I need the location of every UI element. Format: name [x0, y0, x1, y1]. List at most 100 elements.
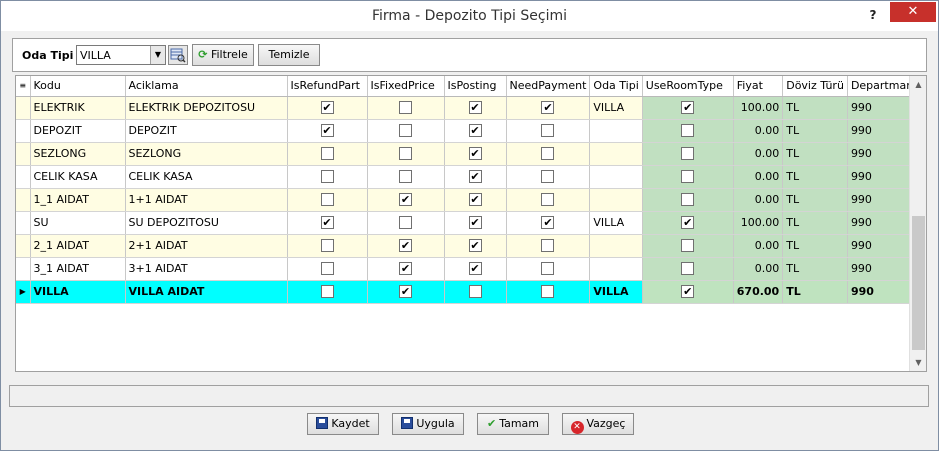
use-room-type-checkbox[interactable] — [681, 193, 695, 207]
table-row[interactable]: 1_1 AIDAT1+1 AIDAT 0.00TL990 — [16, 188, 918, 212]
price-cell[interactable]: 670.00 — [733, 280, 784, 304]
department-cell[interactable]: 990 — [847, 142, 918, 166]
description-cell[interactable]: 2+1 AIDAT — [125, 234, 288, 258]
currency-cell[interactable]: TL — [782, 165, 848, 189]
room-type-cell[interactable] — [589, 119, 643, 143]
column-header[interactable]: UseRoomType — [642, 76, 734, 97]
is-posting-checkbox[interactable] — [468, 101, 482, 115]
room-type-cell[interactable] — [589, 165, 643, 189]
filter-button[interactable]: ⟳ Filtrele — [192, 44, 254, 66]
is-refund-part-checkbox[interactable] — [320, 101, 334, 115]
currency-cell[interactable]: TL — [782, 119, 848, 143]
department-cell[interactable]: 990 — [847, 257, 918, 281]
need-payment-checkbox[interactable] — [541, 101, 555, 115]
table-row[interactable]: CELIK KASACELIK KASA 0.00TL990 — [16, 165, 918, 189]
apply-button[interactable]: Uygula — [392, 413, 464, 435]
row-indicator[interactable] — [16, 119, 31, 143]
is-fixed-price-checkbox[interactable] — [399, 193, 412, 207]
is-fixed-price-checkbox[interactable] — [399, 147, 412, 161]
need-payment-checkbox[interactable] — [541, 262, 555, 276]
currency-cell[interactable]: TL — [782, 234, 848, 258]
currency-cell[interactable]: TL — [782, 188, 848, 212]
code-cell[interactable]: DEPOZIT — [30, 119, 126, 143]
code-cell[interactable]: CELIK KASA — [30, 165, 126, 189]
room-type-select[interactable]: VILLA ▼ — [76, 45, 166, 65]
code-cell[interactable]: VILLA — [30, 280, 126, 304]
price-cell[interactable]: 0.00 — [733, 142, 784, 166]
is-fixed-price-checkbox[interactable] — [399, 285, 412, 299]
is-fixed-price-checkbox[interactable] — [399, 262, 412, 276]
is-refund-part-checkbox[interactable] — [320, 262, 334, 276]
is-refund-part-checkbox[interactable] — [320, 216, 334, 230]
currency-cell[interactable]: TL — [782, 280, 848, 304]
is-refund-part-checkbox[interactable] — [320, 147, 334, 161]
description-cell[interactable]: DEPOZIT — [125, 119, 288, 143]
column-header[interactable]: Fiyat — [733, 76, 784, 97]
column-header[interactable]: Oda Tipi — [589, 76, 643, 97]
use-room-type-checkbox[interactable] — [681, 216, 695, 230]
row-indicator[interactable] — [16, 96, 31, 120]
room-type-cell[interactable] — [589, 142, 643, 166]
price-cell[interactable]: 0.00 — [733, 188, 784, 212]
clear-button[interactable]: Temizle — [258, 44, 320, 66]
room-type-cell[interactable] — [589, 257, 643, 281]
department-cell[interactable]: 990 — [847, 280, 918, 304]
description-cell[interactable]: CELIK KASA — [125, 165, 288, 189]
use-room-type-checkbox[interactable] — [681, 124, 695, 138]
column-header[interactable]: IsPosting — [444, 76, 507, 97]
ok-button[interactable]: ✔ Tamam — [477, 413, 549, 435]
use-room-type-checkbox[interactable] — [681, 101, 695, 115]
need-payment-checkbox[interactable] — [541, 170, 555, 184]
department-cell[interactable]: 990 — [847, 234, 918, 258]
is-fixed-price-checkbox[interactable] — [399, 170, 412, 184]
is-fixed-price-checkbox[interactable] — [399, 216, 412, 230]
scroll-up-icon[interactable]: ▲ — [910, 76, 927, 93]
code-cell[interactable]: 2_1 AIDAT — [30, 234, 126, 258]
use-room-type-checkbox[interactable] — [681, 147, 695, 161]
row-pointer-icon[interactable]: ▶ — [16, 280, 31, 304]
row-indicator[interactable] — [16, 234, 31, 258]
currency-cell[interactable]: TL — [782, 257, 848, 281]
row-indicator[interactable] — [16, 188, 31, 212]
code-cell[interactable]: 1_1 AIDAT — [30, 188, 126, 212]
currency-cell[interactable]: TL — [782, 142, 848, 166]
table-row[interactable]: SEZLONGSEZLONG 0.00TL990 — [16, 142, 918, 166]
is-posting-checkbox[interactable] — [468, 239, 482, 253]
description-cell[interactable]: VILLA AIDAT — [125, 280, 288, 304]
description-cell[interactable]: SU DEPOZITOSU — [125, 211, 288, 235]
department-cell[interactable]: 990 — [847, 165, 918, 189]
price-cell[interactable]: 0.00 — [733, 165, 784, 189]
column-header[interactable]: Kodu — [30, 76, 126, 97]
need-payment-checkbox[interactable] — [541, 285, 555, 299]
save-button[interactable]: Kaydet — [307, 413, 379, 435]
department-cell[interactable]: 990 — [847, 96, 918, 120]
scroll-thumb[interactable] — [912, 216, 925, 350]
room-type-cell[interactable]: VILLA — [589, 96, 643, 120]
column-header[interactable]: Aciklama — [125, 76, 288, 97]
is-posting-checkbox[interactable] — [468, 147, 482, 161]
is-posting-checkbox[interactable] — [468, 285, 482, 299]
row-indicator[interactable] — [16, 211, 31, 235]
room-type-cell[interactable]: VILLA — [589, 280, 643, 304]
is-posting-checkbox[interactable] — [468, 193, 482, 207]
need-payment-checkbox[interactable] — [541, 216, 555, 230]
department-cell[interactable]: 990 — [847, 119, 918, 143]
room-type-cell[interactable]: VILLA — [589, 211, 643, 235]
cancel-button[interactable]: ✕ Vazgeç — [562, 413, 634, 435]
lookup-button[interactable] — [168, 45, 188, 65]
column-header[interactable]: NeedPayment — [506, 76, 591, 97]
table-row[interactable]: 2_1 AIDAT2+1 AIDAT 0.00TL990 — [16, 234, 918, 258]
is-refund-part-checkbox[interactable] — [320, 285, 334, 299]
is-posting-checkbox[interactable] — [468, 262, 482, 276]
table-row[interactable]: 3_1 AIDAT3+1 AIDAT 0.00TL990 — [16, 257, 918, 281]
use-room-type-checkbox[interactable] — [681, 285, 695, 299]
room-type-cell[interactable] — [589, 234, 643, 258]
department-cell[interactable]: 990 — [847, 188, 918, 212]
is-fixed-price-checkbox[interactable] — [399, 239, 412, 253]
is-posting-checkbox[interactable] — [468, 216, 482, 230]
description-cell[interactable]: SEZLONG — [125, 142, 288, 166]
is-posting-checkbox[interactable] — [468, 170, 482, 184]
row-indicator[interactable] — [16, 257, 31, 281]
use-room-type-checkbox[interactable] — [681, 170, 695, 184]
description-cell[interactable]: 1+1 AIDAT — [125, 188, 288, 212]
